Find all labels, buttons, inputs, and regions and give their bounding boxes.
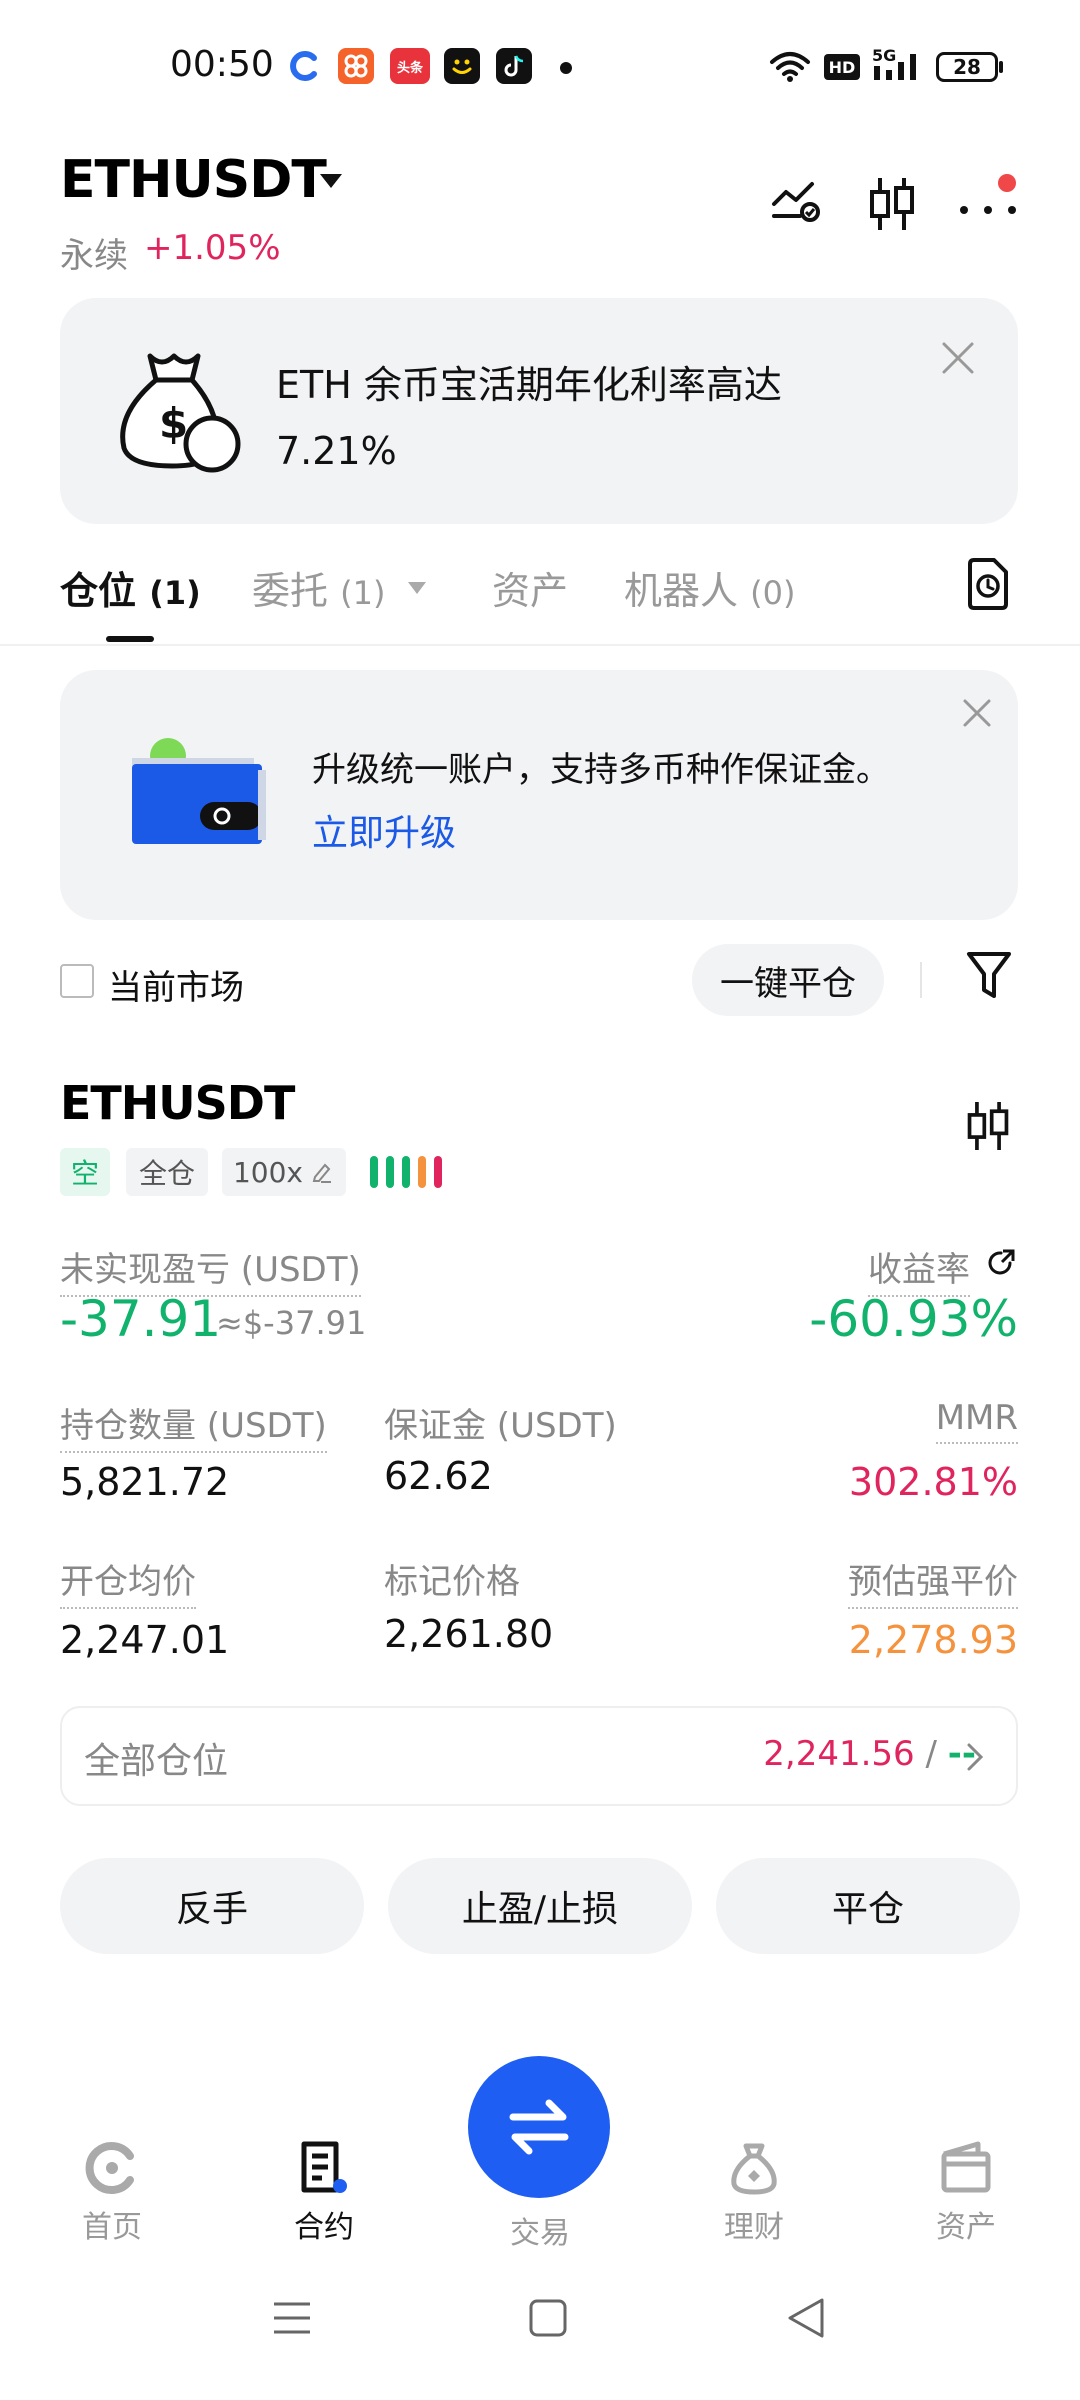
liq-price-label[interactable]: 预估强平价 [848,1554,1018,1609]
status-time: 00:50 [170,44,274,85]
current-market-checkbox[interactable] [60,964,94,998]
more-badge-dot [998,174,1016,192]
roe-label[interactable]: 收益率 [868,1242,970,1297]
close-all-button[interactable]: 一键平仓 [692,944,884,1016]
hd-icon: HD [824,54,860,80]
nav-finance[interactable]: 理财 [694,2140,814,2246]
filter-divider [920,962,922,998]
promo-line-2: 7.21% [276,429,397,473]
money-bag-icon: $ [112,344,248,476]
close-position-button[interactable]: 平仓 [716,1858,1020,1954]
nav-contract-label: 合约 [294,2210,354,2245]
wifi-icon [768,48,812,84]
home-icon [85,2142,134,2194]
history-icon[interactable] [966,558,1010,610]
leverage-tag[interactable]: 100x [222,1148,346,1196]
roe-value: -60.93% [809,1290,1018,1348]
promo-text: ETH 余币宝活期年化利率高达 7.21% [276,352,876,484]
edit-icon [312,1163,331,1183]
mark-price-value: 2,261.80 [384,1612,554,1656]
symbol-title[interactable]: ETHUSDT [60,150,327,210]
side-tag: 空 [60,1148,110,1196]
adl-bar-2 [386,1156,394,1188]
margin-value: 62.62 [384,1454,493,1498]
nav-finance-label: 理财 [724,2210,784,2245]
app-icon-c [286,48,322,84]
contract-icon [301,2141,347,2193]
system-back-icon[interactable] [786,2296,826,2340]
all-positions-label: 全部仓位 [84,1741,229,1782]
finance-icon [731,2143,777,2195]
tabs-divider [0,644,1080,646]
orders-dropdown-icon[interactable] [406,580,428,596]
notification-dot [560,62,572,74]
all-positions-price: 2,241.56 [763,1734,915,1774]
mmr-value: 302.81% [848,1460,1018,1504]
position-chart-icon[interactable] [964,1098,1012,1154]
reverse-button[interactable]: 反手 [60,1858,364,1954]
current-market-label[interactable]: 当前市场 [108,960,244,1009]
battery-tip [999,61,1003,73]
upnl-usd-value: ≈$-37.91 [216,1304,367,1342]
promo-line-1: ETH 余币宝活期年化利率高达 [276,363,782,407]
tiktok-icon [496,48,532,84]
nav-assets-label: 资产 [936,2210,996,2245]
promo-close-icon[interactable] [940,340,976,376]
tab-assets[interactable]: 资产 [492,560,568,615]
nav-contract[interactable]: 合约 [264,2140,384,2246]
adl-bar-1 [370,1156,378,1188]
chevron-right-icon[interactable] [966,1742,984,1772]
position-symbol[interactable]: ETHUSDT [60,1076,295,1130]
chart-signal-icon[interactable] [770,176,824,226]
trade-button[interactable] [468,2056,610,2198]
upnl-value: -37.91 [60,1290,222,1348]
mark-price-label: 标记价格 [384,1562,520,1602]
tab-orders[interactable]: 委托 (1) [252,560,385,615]
margin-label: 保证金 (USDT) [384,1406,617,1446]
adl-bar-3 [402,1156,410,1188]
tp-sl-button[interactable]: 止盈/止损 [388,1858,692,1954]
all-positions-value: 2,241.56 / -- [763,1734,976,1774]
wallet-nav-icon [941,2141,991,2193]
upgrade-close-icon[interactable] [962,698,992,728]
toutiao-icon: 头条 [390,48,430,84]
wallet-icon [128,736,268,846]
candlestick-icon[interactable] [866,176,918,232]
nav-trade-label[interactable]: 交易 [490,2208,590,2252]
contract-type: 永续 [60,236,128,276]
filter-icon[interactable] [966,950,1012,1002]
tab-bots[interactable]: 机器人 (0) [624,560,795,615]
tab-underline [106,636,154,642]
size-label[interactable]: 持仓数量 (USDT) [60,1398,327,1453]
upgrade-now-link[interactable]: 立即升级 [312,804,456,856]
adl-bar-4 [418,1156,426,1188]
swap-icon [509,2099,569,2155]
share-icon[interactable] [986,1248,1016,1278]
upgrade-text: 升级统一账户，支持多币种作保证金。 [312,750,890,790]
size-value: 5,821.72 [60,1460,230,1504]
nav-home-label: 首页 [82,2210,142,2245]
mmr-label[interactable]: MMR [935,1398,1018,1444]
system-menu-icon[interactable] [272,2300,312,2336]
liq-price-value: 2,278.93 [848,1618,1018,1662]
all-positions-sep: / [925,1734,937,1774]
entry-price-label[interactable]: 开仓均价 [60,1554,196,1609]
nav-assets[interactable]: 资产 [906,2140,1026,2246]
more-icon[interactable] [958,196,1018,220]
adl-bar-5 [434,1156,442,1188]
entry-price-value: 2,247.01 [60,1618,230,1662]
tab-positions[interactable]: 仓位 (1) [60,560,201,615]
price-change: +1.05% [144,228,281,268]
battery-icon: 28 [936,52,998,82]
system-home-icon[interactable] [528,2298,568,2338]
app-icon-smile [444,48,480,84]
symbol-dropdown-icon[interactable] [318,172,344,190]
upnl-label[interactable]: 未实现盈亏 (USDT) [60,1242,361,1297]
app-icon-orange [338,48,374,84]
margin-mode-tag: 全仓 [126,1148,208,1196]
signal-icon [872,50,922,82]
leverage-value: 100x [232,1155,303,1189]
nav-home[interactable]: 首页 [52,2140,172,2246]
